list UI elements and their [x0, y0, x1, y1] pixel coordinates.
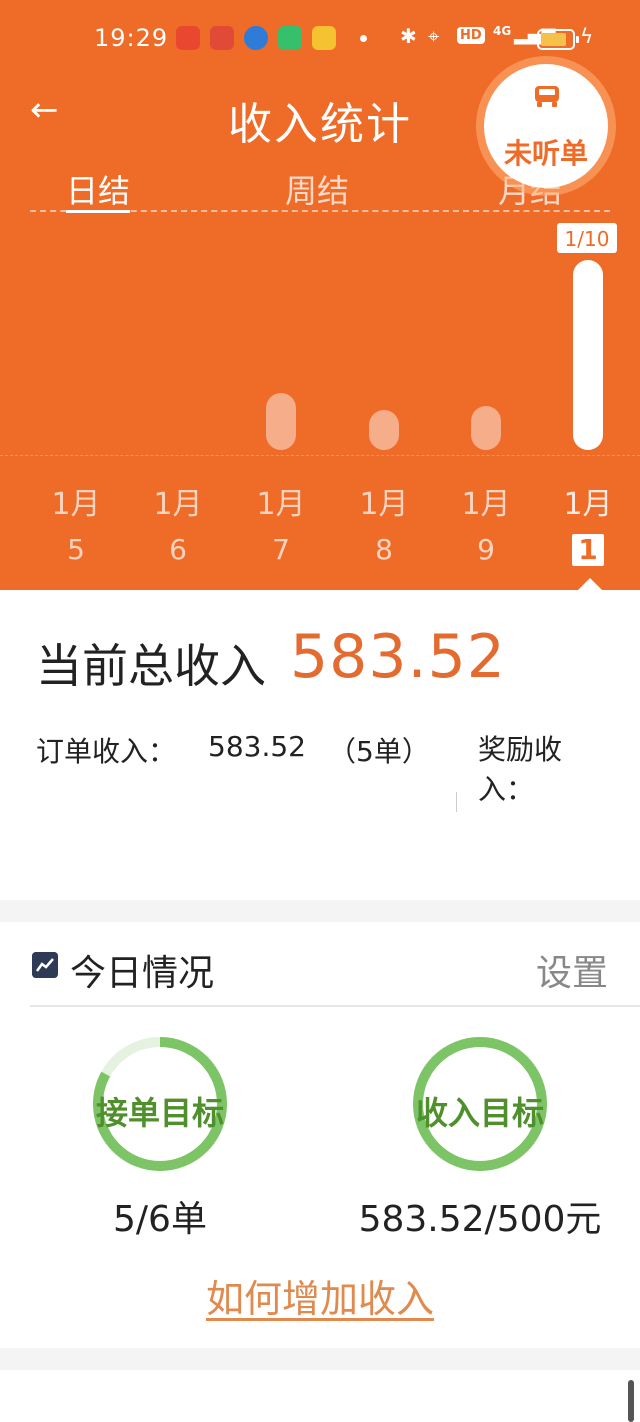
income-goal-label: 收入目标 — [415, 1094, 544, 1132]
battery-icon — [537, 29, 579, 50]
order-goal-value: 5/6单 — [113, 1199, 207, 1240]
selected-tooltip: 1/10 — [557, 223, 617, 253]
x-tick-day: 5 — [67, 533, 85, 566]
x-tick-month: 1月 — [51, 487, 101, 522]
tab-daily[interactable]: 日结 — [66, 166, 130, 212]
order-count: （5单） — [328, 735, 430, 768]
order-income-value: 583.52 — [208, 730, 306, 763]
chart-bar[interactable] — [369, 410, 399, 450]
divider — [456, 792, 457, 812]
section-divider — [30, 1005, 640, 1007]
income-goal-value: 583.52/500元 — [358, 1199, 602, 1240]
x-tick-month: 1月 — [256, 487, 306, 522]
x-tick-day: 9 — [477, 533, 495, 566]
section-gap — [0, 1348, 640, 1370]
app-notification-icon — [176, 26, 200, 50]
network-type: 4G — [493, 24, 512, 38]
section-gap — [0, 900, 640, 922]
bluetooth-icon: ✱ — [400, 24, 417, 48]
car-icon — [535, 86, 559, 107]
x-tick-day: 7 — [272, 533, 290, 566]
total-income-value: 583.52 — [290, 622, 506, 692]
app-notification-icon — [312, 26, 336, 50]
x-tick-day: 6 — [169, 533, 187, 566]
charging-icon: ϟ — [580, 24, 594, 48]
chart-bar[interactable] — [266, 393, 296, 450]
chart-bar[interactable] — [471, 406, 501, 450]
tab-divider — [30, 210, 610, 212]
income-chart: 1/10 1月 5 1月 6 1月 7 1月 8 1月 9 1月 1 — [0, 215, 640, 590]
location-icon: ⌖ — [428, 24, 440, 48]
chart-baseline — [0, 455, 640, 456]
x-tick-month: 1月 — [359, 487, 409, 522]
scrollbar[interactable] — [628, 1380, 634, 1422]
x-tick-month: 1月 — [563, 487, 613, 522]
app-notification-icon — [244, 26, 268, 50]
total-income-label: 当前总收入 — [36, 639, 266, 693]
trend-chart-icon — [32, 952, 58, 978]
settings-link[interactable]: 设置 — [536, 944, 608, 996]
app-notification-icon — [278, 26, 302, 50]
header-panel: 19:29 ✱ ⌖ HD 4G ▂▄▆ ϟ ← 收入统计 日结 周结 月结 1/… — [0, 0, 640, 590]
today-title: 今日情况 — [70, 953, 215, 994]
order-income-label: 订单收入： — [36, 735, 177, 768]
tab-weekly[interactable]: 周结 — [285, 166, 349, 212]
more-notifications-icon — [360, 35, 367, 42]
not-listening-button[interactable]: 未听单 — [484, 64, 608, 188]
bonus-income-label: 奖励收入： — [478, 733, 563, 806]
not-listening-label: 未听单 — [503, 137, 588, 170]
app-notification-icon — [210, 26, 234, 50]
hd-icon: HD — [457, 27, 485, 44]
status-time: 19:29 — [94, 24, 169, 52]
x-tick-month: 1月 — [153, 487, 203, 522]
selection-pointer — [576, 578, 604, 590]
order-goal-label: 接单目标 — [95, 1094, 224, 1132]
how-to-increase-income-link[interactable]: 如何增加收入 — [0, 1268, 640, 1323]
chart-bar[interactable] — [573, 260, 603, 450]
x-tick-day: 8 — [375, 533, 393, 566]
x-tick-month: 1月 — [461, 487, 511, 522]
x-tick-day: 1 — [558, 533, 618, 566]
